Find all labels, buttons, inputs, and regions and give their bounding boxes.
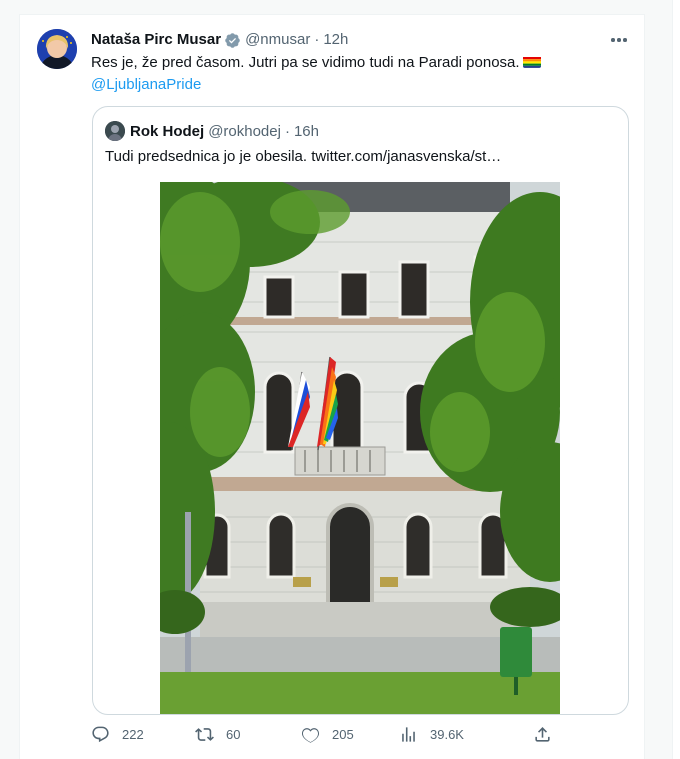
- reply-button[interactable]: 222: [91, 725, 144, 744]
- quoted-tweet-header: Rok Hodej @rokhodej · 16h: [105, 121, 319, 141]
- sidebar-card-edge: [672, 0, 680, 759]
- separator-dot: ·: [314, 31, 320, 48]
- share-button[interactable]: [533, 725, 564, 744]
- mention-link[interactable]: @LjubljanaPride: [91, 74, 621, 96]
- quoted-author-handle: @rokhodej: [208, 122, 281, 140]
- reply-icon: [92, 726, 109, 743]
- tweet[interactable]: Nataša Pirc Musar @nmusar · 12h Res je, …: [19, 14, 645, 759]
- author-avatar[interactable]: [37, 29, 77, 69]
- quoted-tweet[interactable]: Rok Hodej @rokhodej · 16h Tudi predsedni…: [92, 106, 629, 715]
- tweet-text-body: Res je, že pred časom. Jutri pa se vidim…: [91, 54, 520, 71]
- author-name[interactable]: Nataša Pirc Musar: [91, 30, 221, 50]
- more-options-icon[interactable]: [608, 31, 630, 49]
- tweet-header: Nataša Pirc Musar @nmusar · 12h: [91, 30, 348, 50]
- quoted-tweet-time: 16h: [293, 122, 319, 140]
- left-gutter: [0, 0, 19, 759]
- views-chart-icon: [402, 727, 415, 742]
- repost-count: 60: [226, 727, 241, 742]
- share-icon: [535, 727, 550, 742]
- tweet-text: Res je, že pred časom. Jutri pa se vidim…: [91, 52, 621, 96]
- tweet-actions: 222 60 205 39.6K: [91, 725, 550, 751]
- quoted-author-avatar: [105, 121, 125, 141]
- heart-icon: [301, 728, 320, 743]
- views-button[interactable]: 39.6K: [399, 725, 464, 744]
- rainbow-flag-icon: [522, 55, 541, 68]
- like-count: 205: [332, 727, 354, 742]
- quoted-author-name: Rok Hodej: [130, 122, 205, 140]
- reply-count: 222: [122, 727, 144, 742]
- tweet-photo[interactable]: [160, 182, 560, 714]
- like-button[interactable]: 205: [301, 725, 354, 744]
- separator-dot: ·: [284, 122, 290, 140]
- author-handle[interactable]: @nmusar: [245, 30, 310, 50]
- repost-button[interactable]: 60: [195, 725, 240, 744]
- tweet-time[interactable]: 12h: [323, 30, 348, 50]
- verified-badge-icon: [225, 32, 240, 48]
- views-count: 39.6K: [430, 727, 464, 742]
- repost-icon: [195, 728, 214, 741]
- quoted-tweet-text: Tudi predsednica jo je obesila. twitter.…: [105, 148, 502, 165]
